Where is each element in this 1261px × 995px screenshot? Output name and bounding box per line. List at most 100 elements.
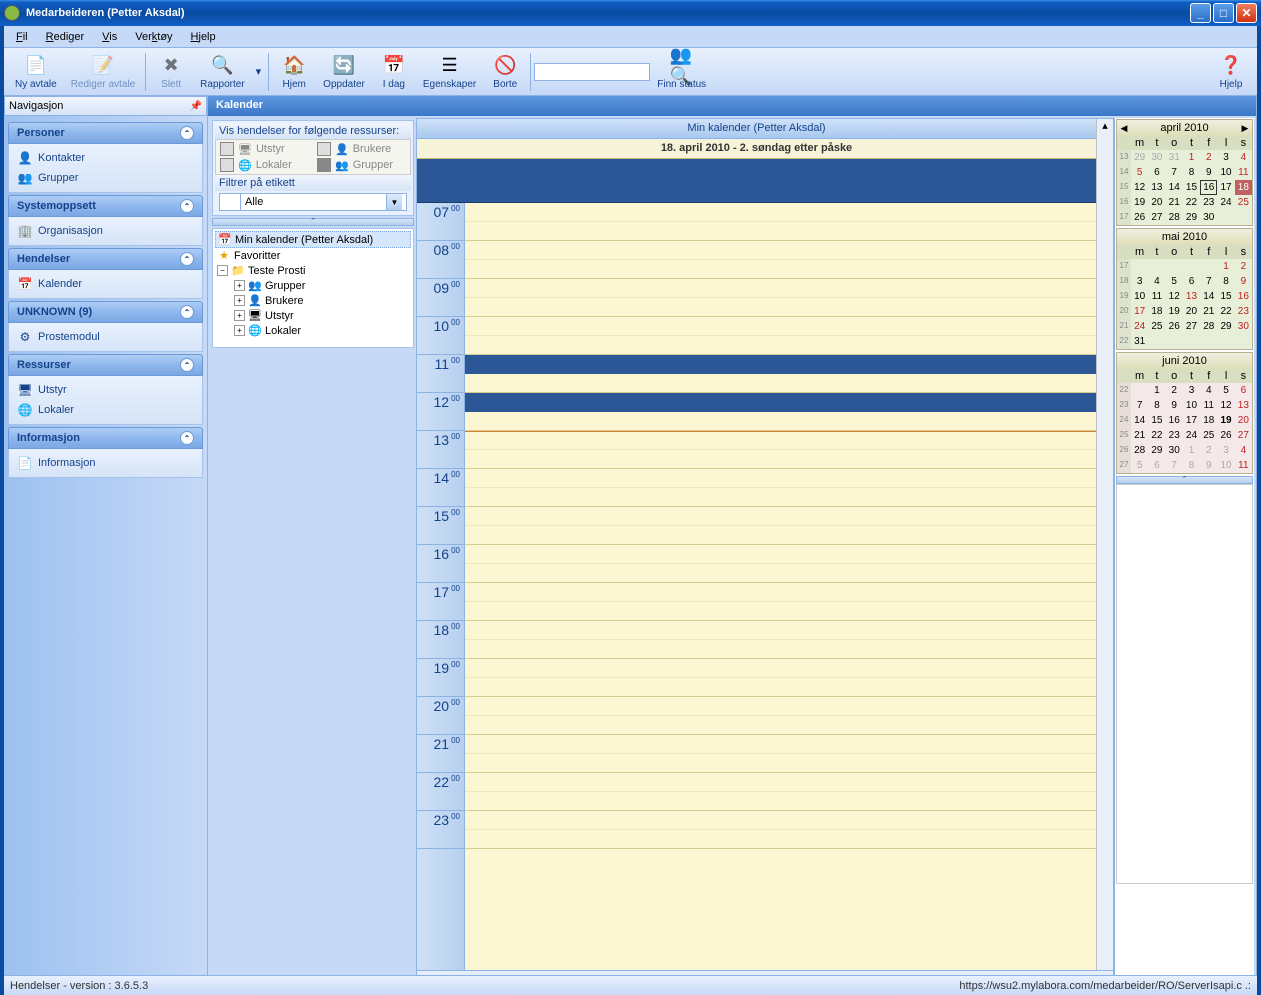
day-cell[interactable]: 31 [1131, 334, 1148, 349]
day-cell[interactable]: 11 [1148, 289, 1165, 304]
expand-handle[interactable]: ⌃ [1116, 476, 1253, 484]
day-cell[interactable]: 26 [1217, 428, 1234, 443]
day-cell[interactable]: 24 [1183, 428, 1200, 443]
time-slots[interactable] [465, 203, 1096, 970]
day-cell[interactable]: 8 [1217, 274, 1234, 289]
collapse-icon[interactable]: ⌃ [180, 252, 194, 266]
section-hendelser[interactable]: Hendelser⌃ [8, 248, 203, 270]
prev-month-icon[interactable]: ◀ [1118, 123, 1130, 134]
search-input[interactable] [534, 63, 650, 81]
expand-handle[interactable]: ⌃ [212, 218, 414, 226]
day-cell[interactable]: 8 [1183, 165, 1200, 180]
time-slot[interactable] [465, 564, 1096, 583]
day-cell[interactable] [1131, 383, 1148, 398]
time-slot[interactable] [465, 469, 1096, 488]
close-button[interactable]: ✕ [1236, 3, 1257, 23]
day-cell[interactable] [1148, 334, 1165, 349]
day-cell[interactable]: 29 [1148, 443, 1165, 458]
day-cell[interactable]: 20 [1148, 195, 1165, 210]
day-cell[interactable]: 22 [1217, 304, 1234, 319]
day-cell[interactable]: 5 [1131, 458, 1148, 473]
day-cell[interactable]: 22 [1148, 428, 1165, 443]
day-cell[interactable]: 20 [1183, 304, 1200, 319]
day-cell[interactable]: 16 [1235, 289, 1252, 304]
expand-toggle[interactable]: + [234, 325, 245, 336]
time-slot[interactable] [465, 488, 1096, 507]
day-cell[interactable]: 7 [1131, 398, 1148, 413]
time-slot[interactable] [465, 621, 1096, 640]
day-cell[interactable]: 6 [1183, 274, 1200, 289]
day-cell[interactable]: 5 [1217, 383, 1234, 398]
dropdown-arrow-icon[interactable]: ▾ [252, 65, 266, 78]
expand-toggle[interactable]: + [234, 310, 245, 321]
time-slot[interactable] [465, 241, 1096, 260]
dropdown-arrow-icon[interactable]: ▼ [386, 194, 402, 210]
nav-informasjon[interactable]: 📄Informasjon [15, 453, 196, 473]
tree-brukere[interactable]: +👤Brukere [215, 293, 411, 308]
day-cell[interactable] [1166, 259, 1183, 274]
day-cell[interactable]: 12 [1217, 398, 1234, 413]
day-cell[interactable] [1217, 210, 1234, 225]
time-slot[interactable] [465, 697, 1096, 716]
day-cell[interactable]: 2 [1200, 150, 1217, 165]
day-cell[interactable]: 6 [1148, 458, 1165, 473]
collapse-icon[interactable]: ⌃ [180, 199, 194, 213]
day-cell[interactable]: 5 [1131, 165, 1148, 180]
time-slot[interactable] [465, 450, 1096, 469]
day-cell[interactable]: 3 [1217, 443, 1234, 458]
time-slot[interactable] [465, 336, 1096, 355]
day-cell[interactable] [1131, 259, 1148, 274]
time-slot[interactable] [465, 830, 1096, 849]
day-cell[interactable]: 12 [1166, 289, 1183, 304]
time-slot[interactable] [465, 640, 1096, 659]
day-cell[interactable]: 7 [1166, 165, 1183, 180]
day-cell[interactable]: 28 [1200, 319, 1217, 334]
day-cell[interactable]: 29 [1183, 210, 1200, 225]
collapse-icon[interactable]: ⌃ [180, 126, 194, 140]
vertical-scrollbar[interactable] [1096, 203, 1113, 970]
day-cell[interactable]: 25 [1148, 319, 1165, 334]
chk-grupper[interactable]: 👥Grupper [317, 158, 406, 172]
day-cell[interactable]: 30 [1235, 319, 1252, 334]
day-cell[interactable] [1200, 334, 1217, 349]
day-cell[interactable]: 27 [1235, 428, 1252, 443]
day-cell[interactable]: 29 [1217, 319, 1234, 334]
day-cell[interactable]: 10 [1131, 289, 1148, 304]
section-ressurser[interactable]: Ressurser⌃ [8, 354, 203, 376]
tree-teste-prosti[interactable]: −📁Teste Prosti [215, 263, 411, 278]
section-informasjon[interactable]: Informasjon⌃ [8, 427, 203, 449]
nav-utstyr[interactable]: 🖥Utstyr [15, 380, 196, 400]
day-cell[interactable]: 16 [1200, 180, 1217, 195]
chk-lokaler[interactable]: 🌐Lokaler [220, 158, 309, 172]
day-cell[interactable]: 24 [1217, 195, 1234, 210]
chk-utstyr[interactable]: 🖥Utstyr [220, 142, 309, 156]
day-cell[interactable]: 8 [1148, 398, 1165, 413]
time-slot[interactable] [465, 412, 1096, 431]
time-slot[interactable] [465, 583, 1096, 602]
time-slot[interactable] [465, 526, 1096, 545]
next-month-icon[interactable]: ▶ [1239, 123, 1251, 134]
reports-button[interactable]: 🔍Rapporter [193, 50, 251, 94]
day-cell[interactable]: 1 [1217, 259, 1234, 274]
day-cell[interactable]: 14 [1131, 413, 1148, 428]
help-button[interactable]: ❓Hjelp [1209, 50, 1253, 94]
day-cell[interactable] [1200, 259, 1217, 274]
time-slot[interactable] [465, 545, 1096, 564]
time-slot[interactable] [465, 298, 1096, 317]
day-cell[interactable]: 18 [1200, 413, 1217, 428]
collapse-icon[interactable]: ⌃ [180, 431, 194, 445]
time-slot[interactable] [465, 754, 1096, 773]
find-status-button[interactable]: 👥🔍Finn status [650, 50, 713, 94]
label-combo[interactable]: Alle▼ [219, 193, 407, 211]
day-cell[interactable] [1235, 210, 1252, 225]
day-cell[interactable]: 15 [1183, 180, 1200, 195]
day-cell[interactable]: 6 [1235, 383, 1252, 398]
time-slot[interactable] [465, 792, 1096, 811]
edit-appointment-button[interactable]: 📝Rediger avtale [64, 50, 142, 94]
day-cell[interactable]: 6 [1148, 165, 1165, 180]
day-cell[interactable]: 16 [1166, 413, 1183, 428]
day-cell[interactable]: 8 [1183, 458, 1200, 473]
day-cell[interactable]: 15 [1148, 413, 1165, 428]
day-cell[interactable]: 28 [1131, 443, 1148, 458]
time-slot[interactable] [465, 279, 1096, 298]
